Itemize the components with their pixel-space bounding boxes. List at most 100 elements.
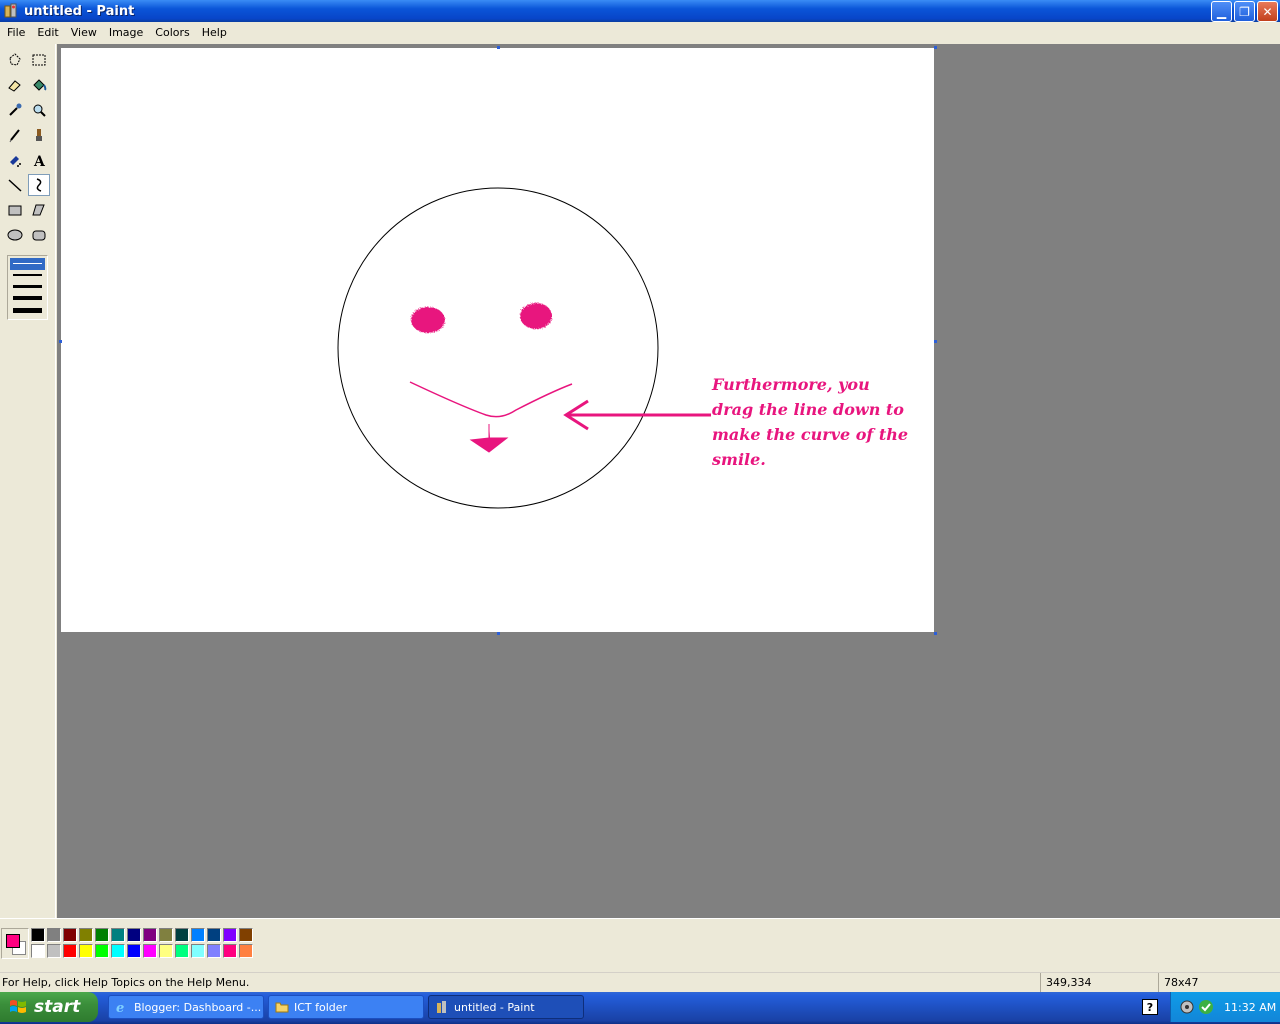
resize-handle-top-right[interactable] — [934, 46, 937, 49]
tool-brush[interactable] — [28, 124, 50, 146]
resize-handle-bottom[interactable] — [497, 632, 500, 635]
fill-bucket-icon — [33, 79, 47, 91]
palette-swatch[interactable] — [175, 944, 189, 958]
tool-airbrush[interactable] — [4, 149, 26, 171]
palette-swatch[interactable] — [127, 944, 141, 958]
line-width-4[interactable] — [13, 296, 42, 300]
palette-swatch[interactable] — [143, 928, 157, 942]
palette-swatch[interactable] — [63, 944, 77, 958]
palette-swatch[interactable] — [79, 928, 93, 942]
tool-curve[interactable] — [28, 174, 50, 196]
smile-curve — [409, 381, 573, 418]
menu-image[interactable]: Image — [103, 26, 149, 39]
palette-swatch[interactable] — [31, 944, 45, 958]
palette-swatch[interactable] — [223, 944, 237, 958]
svg-text:A: A — [33, 154, 46, 168]
tool-magnifier[interactable] — [28, 99, 50, 121]
resize-handle-bottom-right[interactable] — [934, 632, 937, 635]
palette-swatch[interactable] — [111, 928, 125, 942]
resize-handle-top[interactable] — [497, 46, 500, 49]
taskbar-item-paint[interactable]: untitled - Paint — [428, 995, 584, 1019]
tool-pick-color[interactable] — [4, 99, 26, 121]
network-tray-icon[interactable] — [1179, 999, 1195, 1015]
status-help-text: For Help, click Help Topics on the Help … — [2, 976, 250, 989]
close-button[interactable]: ✕ — [1257, 1, 1278, 22]
palette-swatch[interactable] — [191, 944, 205, 958]
drawing-canvas[interactable]: Furthermore, you drag the line down to m… — [61, 48, 934, 632]
face-circle — [337, 187, 659, 509]
palette-swatch[interactable] — [63, 928, 77, 942]
tool-line[interactable] — [4, 174, 26, 196]
text-icon: A — [33, 154, 46, 168]
line-icon — [8, 179, 22, 192]
restore-button[interactable]: ❐ — [1234, 1, 1255, 22]
line-width-5[interactable] — [13, 308, 42, 313]
menu-colors[interactable]: Colors — [149, 26, 195, 39]
palette-swatch[interactable] — [47, 928, 61, 942]
folder-icon — [275, 1000, 289, 1014]
menu-view[interactable]: View — [65, 26, 103, 39]
palette-swatch[interactable] — [159, 928, 173, 942]
palette-swatch[interactable] — [47, 944, 61, 958]
pink-mark — [469, 424, 509, 453]
palette-swatch[interactable] — [191, 928, 205, 942]
taskbar-item-blogger[interactable]: e Blogger: Dashboard -... — [108, 995, 264, 1019]
start-button[interactable]: start — [0, 992, 98, 1022]
tool-fill-with-color[interactable] — [28, 74, 50, 96]
left-eye — [411, 307, 445, 333]
title-bar[interactable]: untitled - Paint ▁ ❐ ✕ — [0, 0, 1280, 22]
menu-file[interactable]: File — [1, 26, 31, 39]
magnifier-icon — [33, 104, 46, 117]
resize-handle-right[interactable] — [934, 340, 937, 343]
help-tray-icon[interactable]: ? — [1142, 999, 1158, 1015]
tool-eraser[interactable] — [4, 74, 26, 96]
line-width-selected-highlight — [10, 258, 45, 270]
eraser-icon — [8, 80, 21, 92]
palette-swatch[interactable] — [175, 928, 189, 942]
taskbar-item-label: ICT folder — [294, 1000, 348, 1014]
palette-swatch[interactable] — [239, 944, 253, 958]
palette-swatch[interactable] — [207, 944, 221, 958]
annotation-line-2: drag the line down to — [712, 400, 904, 419]
line-width-selector[interactable] — [7, 255, 48, 320]
palette-swatch[interactable] — [207, 928, 221, 942]
tool-select[interactable] — [28, 49, 50, 71]
line-width-3[interactable] — [13, 285, 42, 288]
palette-swatch[interactable] — [31, 928, 45, 942]
paint-icon — [435, 1000, 449, 1014]
rectangle-icon — [8, 205, 22, 216]
palette-swatch[interactable] — [159, 944, 173, 958]
menu-help[interactable]: Help — [196, 26, 233, 39]
palette-swatch[interactable] — [127, 928, 141, 942]
windows-flag-icon — [10, 1000, 26, 1013]
taskbar-item-label: Blogger: Dashboard -... — [134, 1000, 262, 1014]
palette-swatch[interactable] — [223, 928, 237, 942]
palette-swatch[interactable] — [143, 944, 157, 958]
resize-handle-left[interactable] — [59, 340, 62, 343]
tool-polygon[interactable] — [28, 199, 50, 221]
line-width-2[interactable] — [13, 274, 42, 276]
restore-icon: ❐ — [1239, 4, 1250, 19]
taskbar-item-ict-folder[interactable]: ICT folder — [268, 995, 424, 1019]
palette-swatch[interactable] — [79, 944, 93, 958]
palette-swatch[interactable] — [111, 944, 125, 958]
palette-swatch[interactable] — [95, 928, 109, 942]
tool-ellipse[interactable] — [4, 224, 26, 246]
tool-text[interactable]: A — [28, 149, 50, 171]
minimize-button[interactable]: ▁ — [1211, 1, 1232, 22]
palette-swatch[interactable] — [95, 944, 109, 958]
line-width-1[interactable] — [13, 263, 42, 264]
tool-rectangle[interactable] — [4, 199, 26, 221]
annotation-line-4: smile. — [711, 450, 766, 469]
rounded-rect-icon — [32, 230, 46, 241]
menu-edit[interactable]: Edit — [31, 26, 64, 39]
paint-icon — [4, 3, 17, 18]
palette-swatch[interactable] — [239, 928, 253, 942]
curve-icon — [36, 178, 42, 192]
tool-rounded-rectangle[interactable] — [28, 224, 50, 246]
tool-free-form-select[interactable] — [4, 49, 26, 71]
ellipse-icon — [7, 229, 23, 241]
security-shield-icon[interactable] — [1198, 999, 1214, 1015]
free-select-icon — [9, 53, 21, 66]
tool-pencil[interactable] — [4, 124, 26, 146]
